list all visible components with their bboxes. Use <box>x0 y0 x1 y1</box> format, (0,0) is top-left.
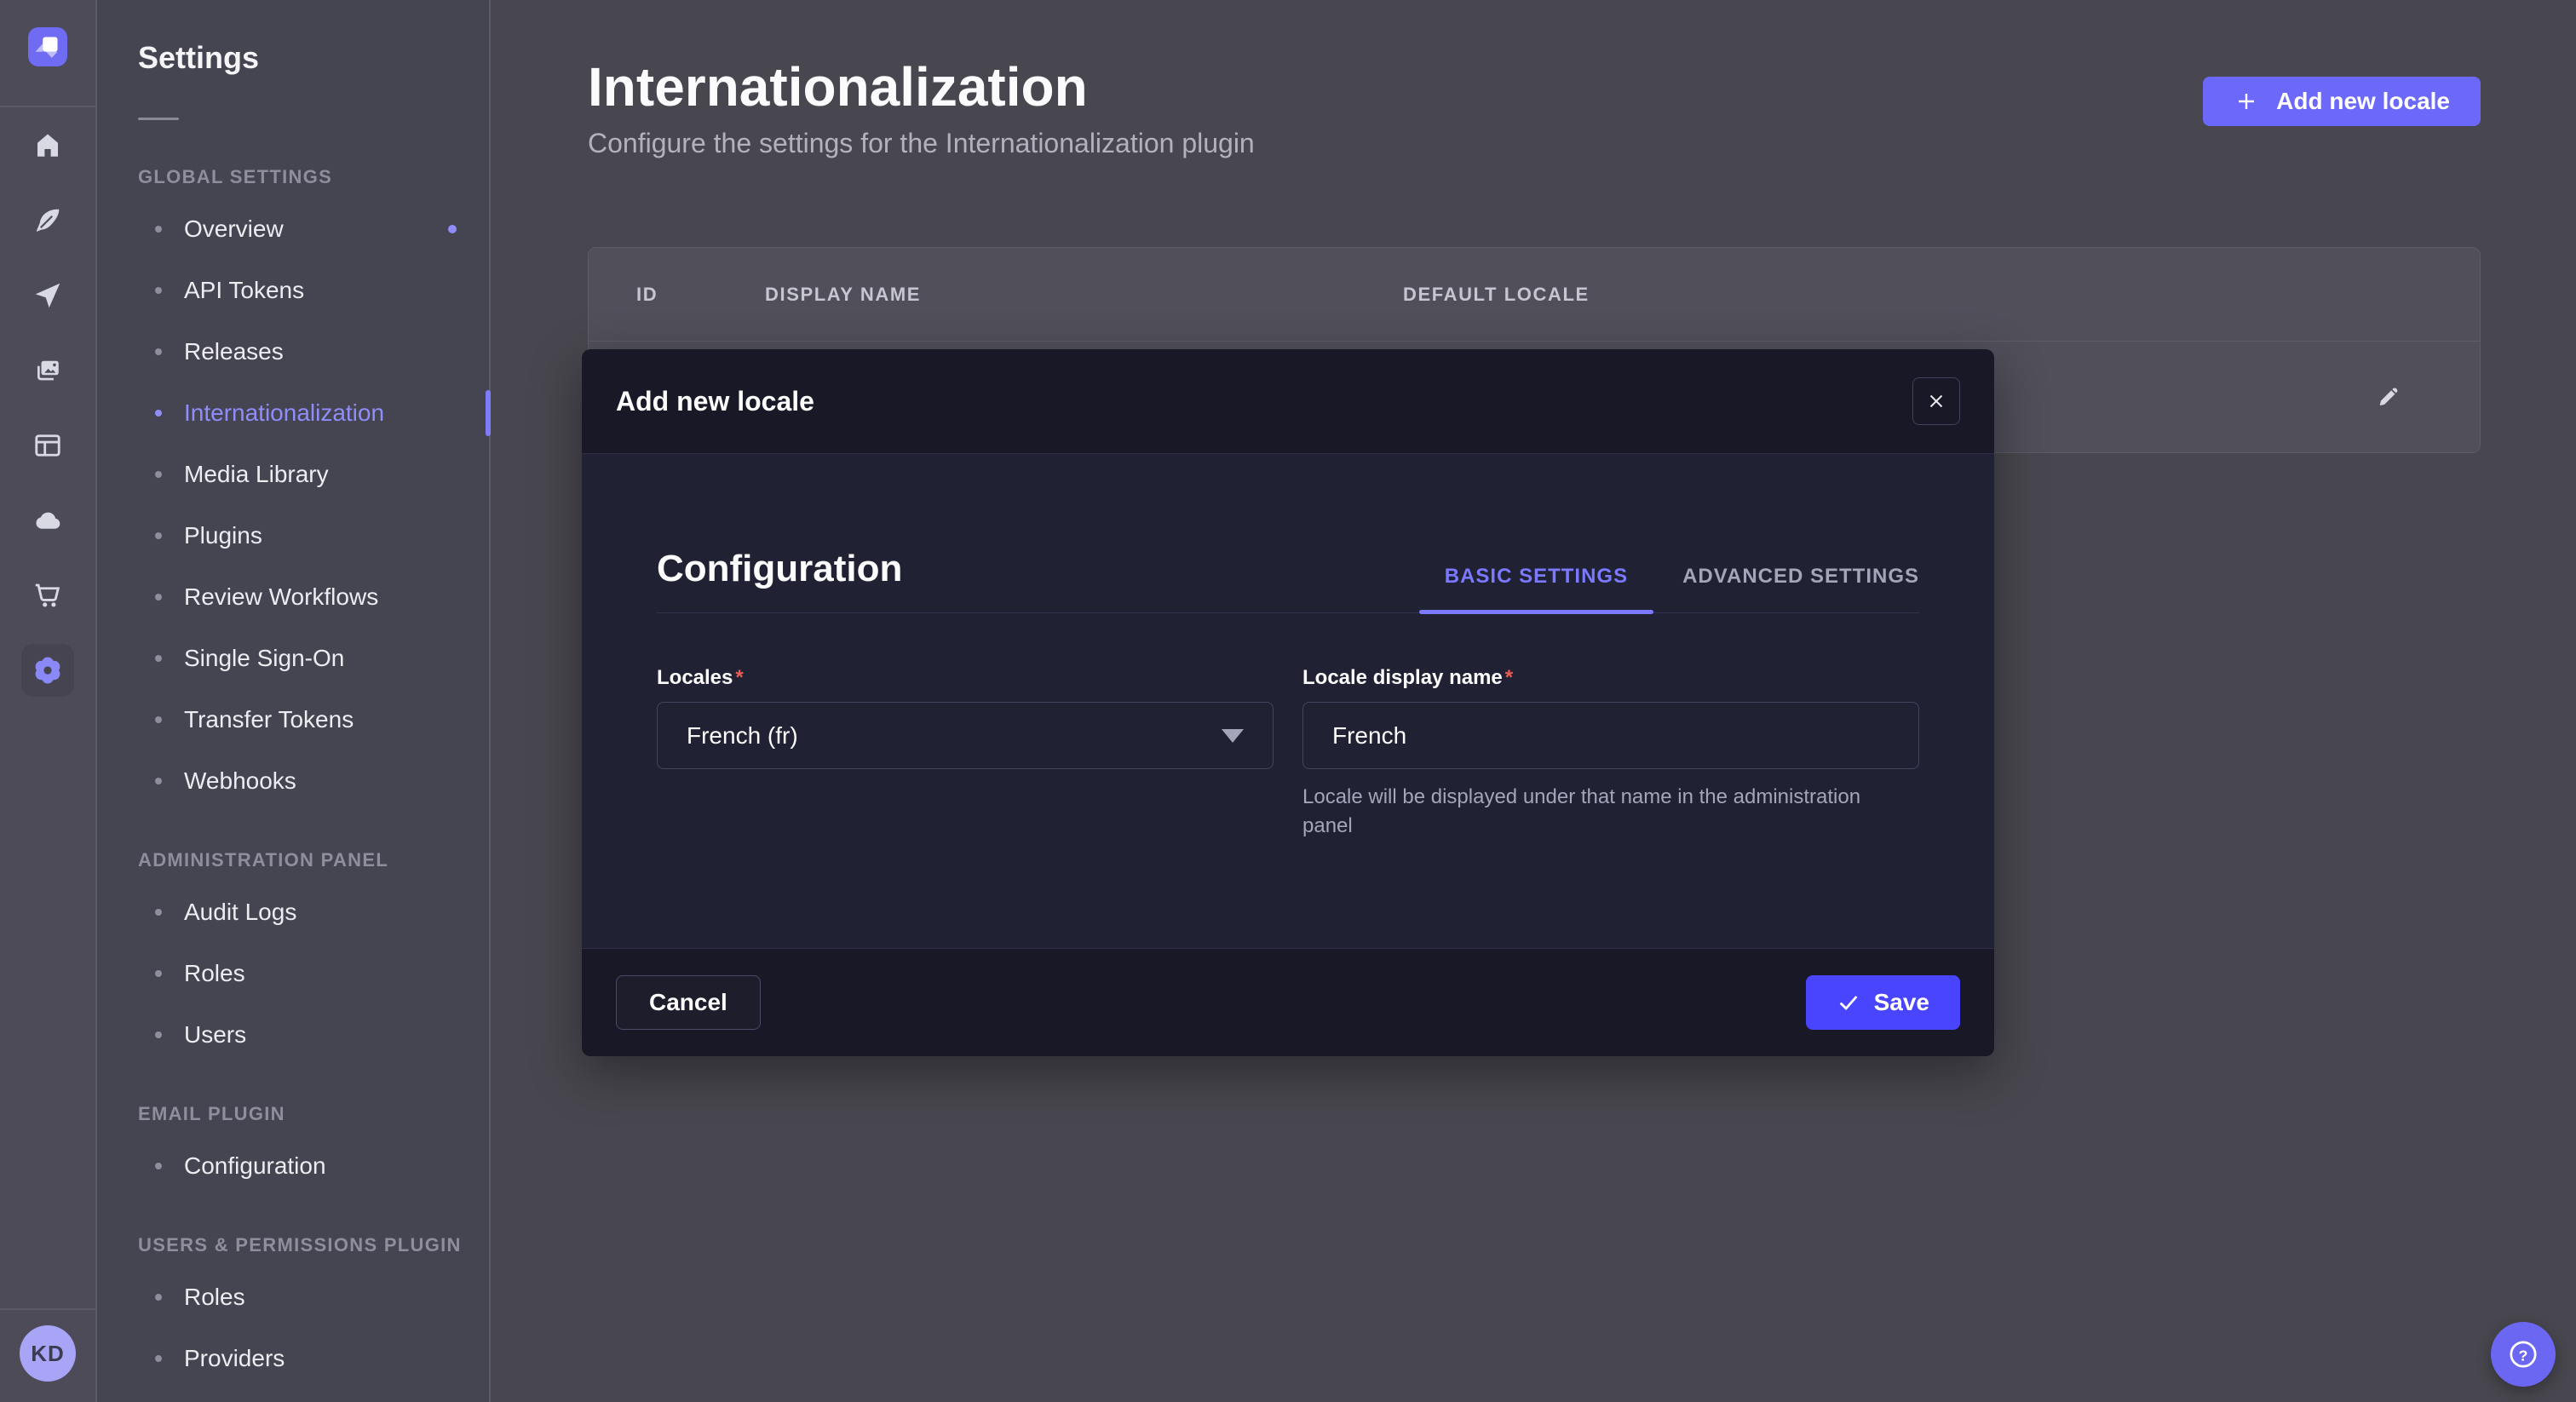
page-header: Internationalization Configure the setti… <box>588 56 1255 159</box>
subnav-title: Settings <box>138 39 489 77</box>
table-header-row: ID DISPLAY NAME DEFAULT LOCALE <box>589 248 2480 342</box>
sidebar-item-plugins[interactable]: Plugins <box>97 505 489 566</box>
section-label-administration-panel: ADMINISTRATION PANEL <box>138 849 489 871</box>
required-asterisk: * <box>735 666 743 689</box>
sidebar-item-email-configuration[interactable]: Configuration <box>97 1135 489 1197</box>
save-button[interactable]: Save <box>1806 975 1960 1030</box>
strapi-logo-button[interactable] <box>28 27 67 66</box>
tab-advanced-settings[interactable]: ADVANCED SETTINGS <box>1682 565 1919 612</box>
pencil-icon <box>2374 383 2401 411</box>
sidebar-item-admin-users[interactable]: Users <box>97 1004 489 1066</box>
tab-basic-settings[interactable]: BASIC SETTINGS <box>1445 565 1628 612</box>
add-new-locale-modal: Add new locale Configuration BASIC SETTI… <box>582 349 1994 1056</box>
strapi-logo-icon <box>28 27 67 66</box>
chevron-down-icon <box>1222 729 1244 743</box>
sidebar-item-webhooks[interactable]: Webhooks <box>97 750 489 812</box>
page-subtitle: Configure the settings for the Internati… <box>588 128 1255 159</box>
sidebar-item-audit-logs[interactable]: Audit Logs <box>97 882 489 943</box>
display-name-field-label: Locale display name* <box>1302 666 1919 690</box>
plus-icon <box>2234 89 2259 114</box>
sidebar-item-up-providers[interactable]: Providers <box>97 1328 489 1389</box>
close-icon <box>1925 390 1947 412</box>
rail-item-settings[interactable] <box>21 644 74 697</box>
cart-icon <box>32 580 63 611</box>
settings-subnav: Settings GLOBAL SETTINGS Overview API To… <box>97 0 491 1402</box>
check-icon <box>1837 991 1860 1014</box>
modal-footer: Cancel Save <box>582 948 1994 1056</box>
rail-item-deploy[interactable] <box>21 269 74 322</box>
feather-icon <box>32 205 63 236</box>
gear-icon <box>32 654 64 687</box>
sidebar-item-up-roles[interactable]: Roles <box>97 1267 489 1328</box>
section-label-email-plugin: EMAIL PLUGIN <box>138 1103 489 1125</box>
sidebar-item-transfer-tokens[interactable]: Transfer Tokens <box>97 689 489 750</box>
configuration-section-header: Configuration BASIC SETTINGS ADVANCED SE… <box>657 454 1919 613</box>
rail-bottom-divider <box>0 1308 95 1310</box>
page-title: Internationalization <box>588 56 1255 118</box>
rail-divider <box>0 106 95 107</box>
sidebar-item-internationalization[interactable]: Internationalization <box>97 382 489 444</box>
rail-item-media[interactable] <box>21 344 74 397</box>
rail-item-content[interactable] <box>21 194 74 247</box>
cancel-button[interactable]: Cancel <box>616 975 761 1030</box>
sidebar-item-api-tokens[interactable]: API Tokens <box>97 260 489 321</box>
display-name-hint: Locale will be displayed under that name… <box>1302 783 1890 841</box>
modal-title: Add new locale <box>616 386 814 417</box>
svg-text:?: ? <box>2519 1347 2528 1365</box>
section-label-users-permissions-plugin: USERS & PERMISSIONS PLUGIN <box>138 1234 489 1256</box>
layout-panel-icon <box>32 430 63 461</box>
help-button[interactable]: ? <box>2491 1322 2556 1387</box>
subnav-rule <box>138 118 179 120</box>
sidebar-item-single-sign-on[interactable]: Single Sign-On <box>97 628 489 689</box>
rail-item-home[interactable] <box>21 119 74 172</box>
modal-body: Configuration BASIC SETTINGS ADVANCED SE… <box>582 454 1994 948</box>
locale-form: Locales* French (fr) Locale display name… <box>657 666 1919 841</box>
add-new-locale-button[interactable]: Add new locale <box>2203 77 2481 126</box>
media-images-icon <box>32 355 63 386</box>
rail-item-cloud[interactable] <box>21 494 74 547</box>
locales-field-label: Locales* <box>657 666 1274 690</box>
home-icon <box>32 130 63 161</box>
sidebar-item-admin-roles[interactable]: Roles <box>97 943 489 1004</box>
sidebar-item-media-library[interactable]: Media Library <box>97 444 489 505</box>
sidebar-item-releases[interactable]: Releases <box>97 321 489 382</box>
cloud-icon <box>32 505 63 536</box>
required-asterisk: * <box>1505 666 1513 689</box>
user-avatar[interactable]: KD <box>20 1325 76 1382</box>
column-header-id: ID <box>636 284 765 306</box>
send-plane-icon <box>32 280 63 311</box>
sidebar-item-review-workflows[interactable]: Review Workflows <box>97 566 489 628</box>
column-header-display-name: DISPLAY NAME <box>765 284 1403 306</box>
icon-rail: KD <box>0 0 97 1402</box>
rail-item-marketplace[interactable] <box>21 569 74 622</box>
section-label-global-settings: GLOBAL SETTINGS <box>138 166 489 188</box>
settings-tabs: BASIC SETTINGS ADVANCED SETTINGS <box>1445 565 1919 612</box>
notification-dot <box>448 225 457 233</box>
rail-item-content-type-builder[interactable] <box>21 419 74 472</box>
locales-select[interactable]: French (fr) <box>657 702 1274 769</box>
modal-header: Add new locale <box>582 349 1994 454</box>
question-icon: ? <box>2505 1336 2541 1372</box>
configuration-title: Configuration <box>657 548 902 590</box>
modal-close-button[interactable] <box>1912 377 1960 425</box>
locale-display-name-input[interactable] <box>1302 702 1919 769</box>
edit-locale-button[interactable] <box>2369 378 2406 416</box>
column-header-default-locale: DEFAULT LOCALE <box>1403 284 1590 306</box>
sidebar-item-overview[interactable]: Overview <box>97 198 489 260</box>
